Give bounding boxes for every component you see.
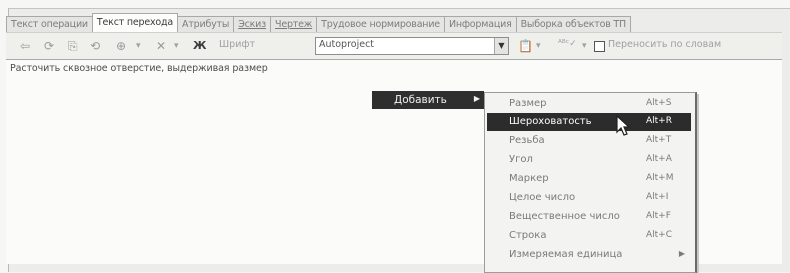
menu-item-label: Целое число (509, 192, 576, 203)
tab-operation-text[interactable]: Текст операции (6, 16, 93, 32)
refresh-icon[interactable]: ⟲ (90, 39, 100, 53)
menu-item-angle[interactable]: Угол Alt+A (487, 151, 691, 169)
chevron-down-icon[interactable]: ▾ (536, 39, 541, 53)
tab-drawing[interactable]: Чертеж (270, 16, 318, 32)
menu-item-label: Размер (509, 98, 547, 109)
menu-item-integer[interactable]: Целое число Alt+I (487, 189, 691, 207)
menu-item-shortcut: Alt+T (646, 135, 672, 145)
chevron-down-icon[interactable]: ▼ (494, 38, 508, 54)
spell-check-icon[interactable]: ᴬᴮᶜ✓ (558, 37, 577, 51)
menu-item-roughness[interactable]: Шероховатость Alt+R (487, 113, 691, 131)
menu-item-real-number[interactable]: Вещественное число Alt+F (487, 208, 691, 226)
insert-icon[interactable]: ⊕ (116, 39, 126, 53)
menu-item-label: Измеряемая единица (509, 249, 623, 260)
context-menu-item-add[interactable]: Добавить ▶ (372, 91, 484, 109)
menu-item-shortcut: Alt+S (646, 98, 672, 108)
wrap-checkbox[interactable] (594, 41, 605, 52)
tab-information[interactable]: Информация (443, 16, 517, 32)
tab-object-selection[interactable]: Выборка объектов ТП (515, 16, 631, 32)
menu-item-label: Маркер (509, 173, 549, 184)
bold-button[interactable]: Ж (193, 39, 206, 53)
mouse-cursor-icon (616, 115, 631, 136)
menu-item-size[interactable]: Размер Alt+S (487, 95, 691, 113)
menu-item-shortcut: Alt+F (646, 211, 671, 221)
tab-attributes[interactable]: Атрибуты (177, 16, 235, 32)
menu-item-label: Шероховатость (509, 116, 592, 127)
paste-icon[interactable]: 📋 (518, 39, 533, 53)
tab-sketch[interactable]: Эскиз (233, 16, 272, 32)
tab-labor-rating[interactable]: Трудовое нормирование (316, 16, 445, 32)
menu-item-thread[interactable]: Резьба Alt+T (487, 132, 691, 150)
toolbar: ⇦ ⟳ ⎘ ⟲ ⊕ ▾ ✕ ▾ Ж Шрифт Autoproject ▼ 📋 … (6, 32, 782, 59)
tab-bar: Текст операции Текст перехода Атрибуты Э… (6, 12, 631, 32)
menu-item-string[interactable]: Строка Alt+C (487, 227, 691, 245)
add-submenu: Размер Alt+S Шероховатость Alt+R Резьба … (484, 92, 697, 273)
font-label: Шрифт (219, 39, 256, 50)
wrap-label: Переносить по словам (608, 39, 722, 50)
context-menu-label: Добавить (394, 94, 447, 106)
undo-icon[interactable]: ⇦ (20, 39, 30, 53)
chevron-down-icon[interactable]: ▾ (582, 39, 587, 53)
menu-item-marker[interactable]: Маркер Alt+M (487, 170, 691, 188)
chevron-down-icon[interactable]: ▾ (174, 39, 179, 53)
menu-item-label: Строка (509, 230, 547, 241)
menu-item-shortcut: Alt+C (646, 230, 673, 240)
submenu-arrow-icon: ▶ (678, 249, 685, 258)
chevron-down-icon[interactable]: ▾ (136, 39, 141, 53)
menu-item-shortcut: Alt+A (646, 154, 672, 164)
submenu-arrow-icon: ▶ (473, 94, 480, 103)
font-select[interactable]: Autoproject ▼ (315, 37, 509, 55)
font-select-value: Autoproject (319, 39, 375, 50)
editor-text: Расточить сквозное отверстие, выдерживая… (10, 63, 268, 74)
redo-icon[interactable]: ⟳ (44, 39, 54, 53)
delete-icon[interactable]: ✕ (156, 39, 166, 53)
menu-item-label: Резьба (509, 135, 545, 146)
menu-item-measure-unit[interactable]: Измеряемая единица ▶ (487, 246, 691, 264)
tab-transition-text[interactable]: Текст перехода (91, 13, 179, 32)
menu-item-label: Вещественное число (509, 211, 620, 222)
menu-item-shortcut: Alt+R (646, 116, 672, 126)
menu-item-shortcut: Alt+M (646, 173, 674, 183)
menu-item-label: Угол (509, 154, 533, 165)
copy-icon[interactable]: ⎘ (68, 39, 78, 53)
menu-item-shortcut: Alt+I (646, 192, 669, 202)
